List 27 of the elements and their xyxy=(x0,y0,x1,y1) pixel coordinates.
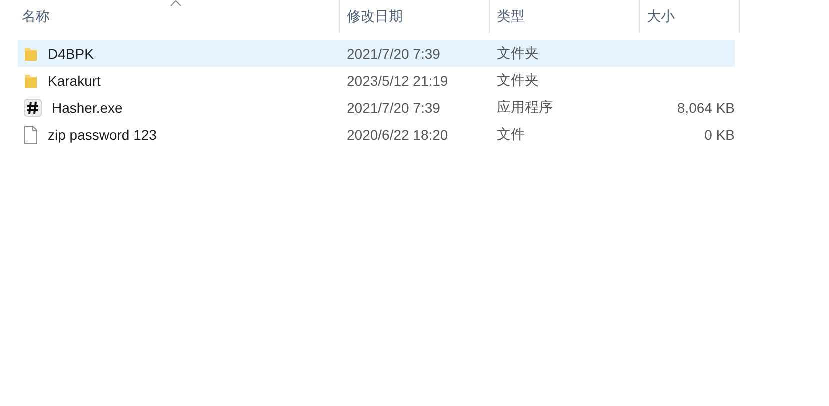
file-name: Karakurt xyxy=(48,72,101,88)
file-row[interactable]: zip password 123 2020/6/22 18:20 文件 0 KB xyxy=(18,121,735,148)
file-name: Hasher.exe xyxy=(52,100,123,116)
modified-date: 2021/7/20 7:39 xyxy=(347,46,440,62)
folder-icon xyxy=(24,72,38,88)
modified-date: 2023/5/12 21:19 xyxy=(347,72,448,88)
file-type: 应用程序 xyxy=(497,98,553,114)
file-name: zip password 123 xyxy=(48,126,157,142)
column-header[interactable]: 类型 xyxy=(490,0,640,33)
file-type: 文件 xyxy=(497,126,525,142)
file-name: D4BPK xyxy=(48,46,94,62)
hash-icon xyxy=(24,98,42,116)
column-header[interactable]: 修改日期 xyxy=(340,0,490,33)
column-header[interactable]: 大小 xyxy=(640,0,740,33)
file-size: 0 KB xyxy=(704,126,735,142)
sort-up-icon xyxy=(170,0,182,7)
file-size: 8,064 KB xyxy=(677,100,735,116)
file-row[interactable]: D4BPK 2021/7/20 7:39 文件夹 xyxy=(18,40,735,67)
column-header[interactable]: 名称 xyxy=(0,0,340,33)
folder-icon xyxy=(24,46,38,62)
document-icon xyxy=(24,126,38,144)
file-row[interactable]: Hasher.exe 2021/7/20 7:39 应用程序 8,064 KB xyxy=(18,94,735,121)
file-type: 文件夹 xyxy=(497,44,539,60)
modified-date: 2021/7/20 7:39 xyxy=(347,100,440,116)
file-type: 文件夹 xyxy=(497,72,539,88)
modified-date: 2020/6/22 18:20 xyxy=(347,126,448,142)
file-row[interactable]: Karakurt 2023/5/12 21:19 文件夹 xyxy=(18,67,735,94)
